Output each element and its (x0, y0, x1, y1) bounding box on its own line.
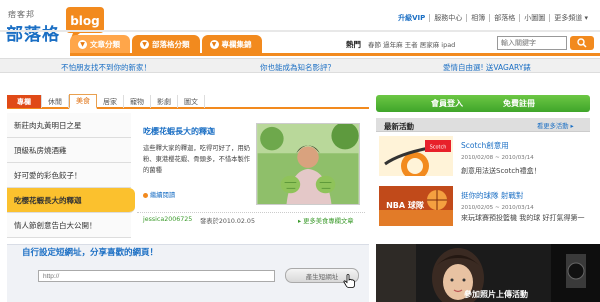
logo-subtitle: 痞客邦 (8, 10, 35, 19)
activity-image-scotch[interactable]: Scotch (379, 136, 453, 176)
author-link[interactable]: jessica2006725 (143, 216, 192, 223)
hot-label: 熱門 (346, 40, 361, 49)
logo-badge-text: blog (70, 14, 100, 28)
category-tabs: 專欄 休閒 美食 居家 寵物 影劇 圖文 (7, 94, 369, 109)
activity-date: 2010/02/08 ~ 2010/03/14 (461, 155, 534, 161)
photo-promo-caption[interactable]: 參加照片上傳活動 (464, 289, 528, 300)
header-divider (0, 30, 600, 32)
divider (137, 212, 365, 213)
activity-image-text: Scotch (430, 145, 447, 151)
chevron-down-icon: ▼ (209, 39, 219, 49)
post-date: 發表於2010.02.05 (200, 218, 255, 225)
tab-food[interactable]: 美食 (69, 94, 97, 109)
url-input[interactable] (38, 270, 275, 282)
tab-leisure[interactable]: 休閒 (42, 95, 69, 108)
activity-image-nba[interactable]: NBA 球隊 (379, 186, 453, 226)
nav-tab-blogs[interactable]: ▼ 部落格分類 (132, 35, 200, 53)
chevron-down-icon: ▼ (140, 39, 149, 49)
nav-tab-label: 專欄集錦 (221, 39, 252, 49)
article-photo[interactable] (256, 123, 360, 205)
signup-button[interactable]: 免費註冊 (503, 98, 535, 109)
activity-link[interactable]: Scotch創意用 (461, 140, 509, 151)
activity-date: 2010/02/05 ~ 2010/03/14 (461, 205, 534, 211)
tab-pets[interactable]: 寵物 (124, 95, 151, 108)
article-title[interactable]: 吃櫻花蝦長大的釋迦 (143, 126, 215, 137)
promo-link-left[interactable]: 不怕朋友找不到你的新家！ (61, 62, 151, 73)
hot-keywords[interactable]: 春節 過年麻 王者 居家麻 ipad (368, 39, 455, 49)
nav-tab-label: 部落格分類 (152, 39, 190, 49)
article-list: 新莊肉丸黃明日之星 頂級私房燒酒雞 好可愛的彩色餃子！ 吃櫻花蝦長大的釋迦 情人… (7, 113, 135, 238)
list-item-selected[interactable]: 吃櫻花蝦長大的釋迦 (7, 188, 135, 213)
nav-tab-articles[interactable]: ▼ 文章分類 (70, 35, 130, 53)
promo-link-middle[interactable]: 你也能成為知名影評？ (260, 62, 335, 73)
tab-drama[interactable]: 影劇 (151, 95, 178, 108)
top-link-more[interactable]: 更多頻道 ▾ (549, 14, 592, 22)
nav-tab-columns[interactable]: ▼ 專欄集錦 (201, 35, 262, 53)
list-item[interactable]: 新莊肉丸黃明日之星 (7, 113, 131, 138)
search-icon (577, 38, 587, 48)
promo-link-right[interactable]: 愛情自由選! 送VAGARY錶 (443, 62, 531, 73)
tab-home[interactable]: 居家 (97, 95, 124, 108)
tab-illustration[interactable]: 圖文 (178, 95, 205, 108)
top-link-blog[interactable]: 部落格 (489, 14, 519, 22)
search-button[interactable] (570, 36, 594, 50)
more-activities-link[interactable]: 看更多活動 ▸ (537, 121, 574, 130)
logo-title[interactable]: 部落格 (6, 20, 60, 45)
activity-image-text: NBA 球隊 (386, 200, 425, 210)
search-input[interactable] (497, 36, 567, 50)
activity-link[interactable]: 挺你的球隊 射戰對 (461, 190, 523, 201)
nav-tab-label: 文章分類 (90, 39, 120, 49)
top-link-small[interactable]: 小圖圖 (519, 14, 549, 22)
article-excerpt: 這些釋大家的釋迦，吃得可好了，用奶粉、東港櫻花蝦、骨頭多，不惜本製作的菌種 (143, 145, 251, 174)
chevron-down-icon: ▼ (78, 39, 87, 49)
nav-underline (70, 53, 600, 56)
main-nav: ▼ 文章分類 ▼ 部落格分類 ▼ 專欄集錦 (70, 35, 262, 53)
login-button[interactable]: 會員登入 (431, 98, 463, 109)
tab-columns[interactable]: 專欄 (7, 95, 42, 108)
list-item[interactable]: 情人節創意告白大公開！ (7, 213, 131, 238)
list-item[interactable]: 頂級私房燒酒雞 (7, 138, 131, 163)
top-links: 升級VIP 服務中心 相簿 部落格 小圖圖 更多頻道 ▾ (394, 14, 592, 22)
activity-title: 最新活動 (384, 122, 414, 131)
short-url-title: 自行設定短網址，分享喜歡的網頁！ (22, 248, 159, 258)
activity-desc: 來玩球賽預投籃機 我的球 好打氣得第一 (461, 214, 585, 222)
member-bar: 會員登入 免費註冊 (376, 95, 590, 112)
activity-desc: 創意用法送Scotch禮盒！ (461, 167, 541, 175)
hand-cursor-icon (343, 274, 355, 288)
top-link-album[interactable]: 相簿 (466, 14, 489, 22)
list-item[interactable]: 好可愛的彩色餃子！ (7, 163, 131, 188)
top-link-vip[interactable]: 升級VIP (394, 14, 429, 22)
more-food-articles-link[interactable]: ▸ 更多美食專欄文章 (298, 216, 354, 225)
read-more-link[interactable]: 繼續閱讀 (143, 190, 175, 199)
top-link-service[interactable]: 服務中心 (429, 14, 466, 22)
